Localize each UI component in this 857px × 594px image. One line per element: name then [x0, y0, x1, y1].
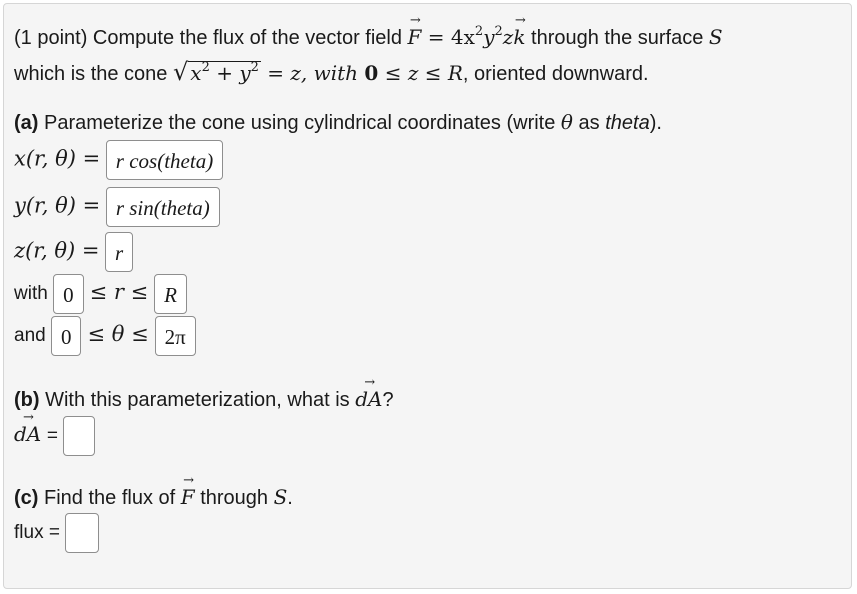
sqrt-symbol: √ — [172, 58, 189, 86]
part-a-label: (a) — [14, 112, 39, 134]
r-upper-answer[interactable]: R — [154, 274, 187, 314]
r-lower-text: 0 — [63, 283, 74, 307]
theta-bounds-row: and 0 ≤ θ ≤ 2π — [14, 316, 196, 356]
theta-lower-text: 0 — [60, 325, 72, 349]
theta-upper-answer[interactable]: 2π — [154, 316, 196, 356]
part-a-prompt: (a) Parameterize the cone using cylindri… — [14, 110, 662, 135]
field-expression: = 4x — [421, 25, 475, 49]
part-a-text: Parameterize the cone using cylindrical … — [38, 112, 561, 134]
field-z: z — [502, 25, 514, 49]
cone-text: which is the cone — [14, 63, 173, 85]
orientation-text: , oriented downward. — [462, 63, 649, 85]
dA-answer-row: dA = — [14, 416, 96, 456]
z-param-answer[interactable]: r — [105, 232, 134, 272]
r-upper-text: R — [164, 283, 177, 307]
y-param-label: y(r, θ) = — [14, 193, 101, 218]
z-param-label: z(r, θ) = — [14, 238, 100, 263]
and-label: and — [14, 325, 46, 347]
x-answer-text: r cos(theta) — [115, 149, 214, 173]
dA-symbol: dA — [355, 387, 382, 411]
dA-answer-input[interactable] — [63, 416, 96, 456]
r-range-symbol: ≤ r ≤ — [89, 280, 149, 305]
theta-symbol: θ — [560, 110, 573, 134]
theta-upper-text: 2π — [164, 325, 186, 349]
z-bounds: ≤ z ≤ — [378, 61, 448, 85]
problem-statement-line-2: which is the cone √ x2 + y2 = z, with 0 ≤… — [14, 58, 649, 86]
vector-F-c: F — [181, 485, 195, 509]
x-param-label: x(r, θ) = — [14, 146, 101, 171]
cone-radicand: x2 + y2 — [188, 60, 261, 85]
through-text: through the surface — [525, 27, 709, 49]
part-a-end: ). — [649, 112, 662, 134]
field-y: y — [483, 25, 495, 49]
x-param-answer[interactable]: r cos(theta) — [105, 140, 224, 180]
flux-label: flux = — [14, 522, 60, 544]
surface-symbol-c: S — [273, 485, 288, 509]
vector-F: F — [408, 25, 422, 49]
through-text-c: through — [194, 487, 274, 509]
dA-equals: = — [46, 425, 58, 447]
z-upper: R — [447, 61, 463, 85]
unit-vector-k: k — [513, 25, 525, 49]
intro-text: (1 point) Compute the flux of the vector… — [14, 27, 408, 49]
period: . — [287, 487, 293, 509]
z-lower: 0 — [364, 61, 379, 85]
theta-range-symbol: ≤ θ ≤ — [87, 322, 149, 347]
dA-label: dA — [14, 422, 41, 446]
part-b-label: (b) — [14, 389, 40, 411]
part-c-prompt: (c) Find the flux of F through S. — [14, 485, 293, 510]
y-param-answer[interactable]: r sin(theta) — [105, 187, 220, 227]
z-answer-text: r — [115, 241, 124, 265]
r-lower-answer[interactable]: 0 — [53, 274, 84, 314]
with-label: with — [14, 283, 48, 305]
cone-rhs: = z, with — [260, 61, 365, 85]
part-b-text: With this parameterization, what is — [39, 389, 356, 411]
z-param-row: z(r, θ) = r — [14, 232, 134, 272]
r-bounds-row: with 0 ≤ r ≤ R — [14, 274, 187, 314]
as-text: as — [572, 112, 606, 134]
theta-lower-answer[interactable]: 0 — [50, 316, 82, 356]
part-b-prompt: (b) With this parameterization, what is … — [14, 387, 394, 412]
flux-answer-input[interactable] — [65, 513, 100, 553]
part-c-text: Find the flux of — [38, 487, 181, 509]
y-answer-text: r sin(theta) — [115, 196, 210, 220]
flux-answer-row: flux = — [14, 513, 100, 553]
problem-statement-line-1: (1 point) Compute the flux of the vector… — [14, 25, 723, 50]
part-c-label: (c) — [14, 487, 39, 509]
theta-word: theta — [605, 112, 650, 134]
x-param-row: x(r, θ) = r cos(theta) — [14, 140, 224, 180]
y-param-row: y(r, θ) = r sin(theta) — [14, 187, 220, 227]
question-mark: ? — [382, 389, 394, 411]
surface-symbol: S — [708, 25, 723, 49]
